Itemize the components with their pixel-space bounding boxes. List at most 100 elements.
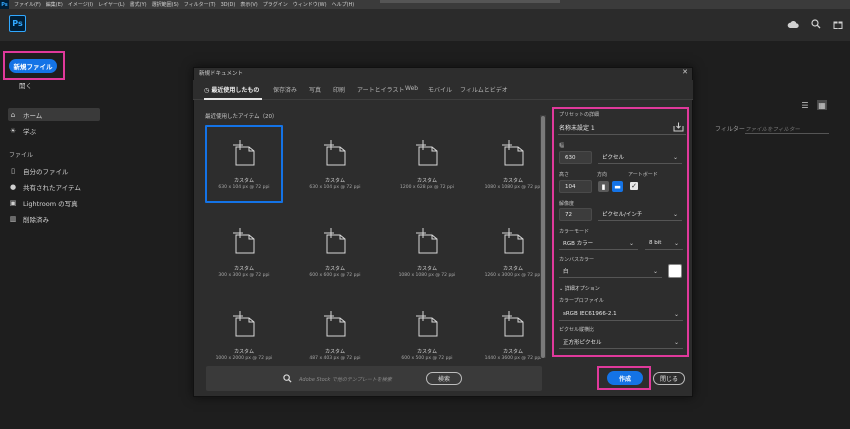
- stock-search-input[interactable]: Adobe Stock で他のテンプレートを検索: [299, 376, 392, 383]
- menu-filter[interactable]: フィルター(T): [184, 1, 216, 8]
- menu-image[interactable]: イメージ(I): [68, 1, 93, 8]
- document-icon: [416, 228, 438, 254]
- recent-items-label: 最近使用したアイテム（20）: [205, 114, 278, 120]
- document-icon: [233, 140, 255, 166]
- document-icon: [233, 311, 255, 337]
- color-mode-select[interactable]: RGB カラー ⌄: [559, 237, 638, 250]
- chevron-down-icon: ⌄: [673, 310, 679, 318]
- chevron-down-icon: ⌄: [673, 239, 679, 247]
- nav-item-home[interactable]: ⌂ ホーム: [8, 108, 100, 121]
- tab-saved[interactable]: 保存済み: [273, 85, 297, 94]
- files-section-heading: ファイル: [9, 152, 34, 159]
- nav-item-deleted[interactable]: ▥ 削除済み: [8, 212, 100, 225]
- nav-item-label: 削除済み: [23, 215, 49, 224]
- document-icon: [324, 311, 346, 337]
- dialog-title: 新規ドキュメント: [199, 71, 244, 77]
- close-icon[interactable]: ✕: [680, 67, 690, 77]
- chevron-down-icon: ⌄: [673, 338, 679, 346]
- tab-print[interactable]: 印刷: [333, 85, 345, 94]
- resolution-input[interactable]: 72: [559, 208, 592, 221]
- cloud-icon[interactable]: [787, 18, 799, 30]
- canvas-color-value: 白: [563, 269, 569, 275]
- save-preset-icon[interactable]: [673, 122, 684, 132]
- height-label: 高さ: [559, 172, 570, 178]
- tab-film[interactable]: フィルムとビデオ: [460, 85, 508, 94]
- preset-card-title: カスタム: [416, 178, 437, 184]
- preset-card-title: カスタム: [416, 349, 437, 355]
- preset-card-size: 630 x 104 px @ 72 ppi: [218, 185, 270, 190]
- gift-icon[interactable]: [832, 18, 844, 30]
- search-button[interactable]: 検索: [426, 372, 462, 385]
- tab-mobile[interactable]: モバイル: [428, 85, 452, 94]
- document-name-field[interactable]: 名称未設定 1: [559, 123, 595, 132]
- create-button[interactable]: 作成: [607, 371, 643, 385]
- landscape-orientation-icon[interactable]: ▬: [612, 181, 623, 192]
- close-button[interactable]: 閉じる: [653, 372, 685, 385]
- preset-card-title: カスタム: [324, 349, 345, 355]
- menu-window[interactable]: ウィンドウ(W): [293, 1, 327, 8]
- search-icon[interactable]: [810, 18, 822, 30]
- advanced-options-toggle[interactable]: ⌄ 詳細オプション: [559, 285, 600, 292]
- active-tab-indicator: [204, 98, 262, 100]
- canvas-color-select[interactable]: 白 ⌄: [559, 265, 662, 278]
- nav-item-lightroom[interactable]: ▣ Lightroom の写真: [8, 196, 100, 209]
- height-input[interactable]: 104: [559, 180, 592, 193]
- window-tab-strip: [380, 0, 560, 3]
- grid-scroll-thumb[interactable]: [541, 116, 545, 358]
- preset-card-size: 1200 x 628 px @ 72 ppi: [400, 185, 454, 190]
- nav-item-learn[interactable]: ☀ 学ぶ: [8, 124, 100, 137]
- menu-view[interactable]: 表示(V): [240, 1, 257, 8]
- menu-select[interactable]: 選択範囲(S): [152, 1, 179, 8]
- color-profile-select[interactable]: sRGB IEC61966-2.1 ⌄: [559, 308, 683, 321]
- orientation-label: 方向: [597, 172, 608, 178]
- filter-input[interactable]: ファイルをフィルター: [745, 122, 829, 134]
- tab-art[interactable]: アートとイラスト: [357, 85, 405, 94]
- color-profile-value: sRGB IEC61966-2.1: [563, 311, 617, 317]
- nav-item-label: Lightroom の写真: [23, 199, 78, 208]
- preset-card-size: 300 x 300 px @ 72 ppi: [218, 273, 270, 278]
- width-unit-value: ピクセル: [602, 155, 625, 161]
- tab-web[interactable]: Web: [405, 85, 418, 92]
- preset-details-heading: プリセットの詳細: [559, 112, 600, 118]
- tab-recent[interactable]: ◷ 最近使用したもの: [204, 85, 259, 94]
- lightroom-icon: ▣: [9, 198, 17, 207]
- pixel-aspect-select[interactable]: 正方形ピクセル ⌄: [559, 336, 683, 349]
- resolution-unit-select[interactable]: ピクセル/インチ ⌄: [598, 208, 682, 221]
- canvas-color-swatch[interactable]: [668, 264, 682, 278]
- width-input[interactable]: 630: [559, 151, 592, 164]
- bit-depth-value: 8 bit: [649, 240, 662, 246]
- chevron-down-icon: ⌄: [559, 286, 564, 292]
- menu-edit[interactable]: 編集(E): [46, 1, 63, 8]
- new-file-button[interactable]: 新規ファイル: [9, 59, 57, 73]
- artboard-label: アートボード: [628, 172, 658, 178]
- menu-type[interactable]: 書式(Y): [130, 1, 147, 8]
- preset-card-title: カスタム: [233, 178, 254, 184]
- resolution-unit-value: ピクセル/インチ: [602, 212, 643, 218]
- nav-item-my-files[interactable]: ▯ 自分のファイル: [8, 164, 100, 177]
- width-unit-select[interactable]: ピクセル ⌄: [598, 151, 682, 164]
- nav-item-shared[interactable]: ● 共有されたアイテム: [8, 180, 100, 193]
- menu-3d[interactable]: 3D(D): [221, 2, 236, 8]
- menu-file[interactable]: ファイル(F): [14, 1, 41, 8]
- color-mode-label: カラーモード: [559, 229, 590, 235]
- search-icon: [282, 373, 292, 383]
- chevron-down-icon: ⌄: [672, 153, 678, 161]
- preset-card-size: 600 x 600 px @ 72 ppi: [309, 273, 361, 278]
- menu-plugins[interactable]: プラグイン: [263, 1, 288, 8]
- nav-item-label: 学ぶ: [23, 127, 36, 136]
- menu-help[interactable]: ヘルプ(H): [332, 1, 355, 8]
- menu-layer[interactable]: レイヤー(L): [98, 1, 125, 8]
- grid-view-icon[interactable]: ▦: [817, 100, 827, 110]
- tab-photo[interactable]: 写真: [309, 85, 321, 94]
- list-view-icon[interactable]: ☰: [800, 100, 810, 110]
- document-icon: [502, 228, 524, 254]
- canvas-color-label: カンバスカラー: [559, 257, 595, 263]
- chevron-down-icon: ⌄: [652, 267, 658, 275]
- bit-depth-select[interactable]: 8 bit ⌄: [645, 237, 683, 250]
- preset-card-title: カスタム: [233, 266, 254, 272]
- ps-mini-logo: Ps: [0, 0, 9, 9]
- preset-card-title: カスタム: [416, 266, 437, 272]
- open-button[interactable]: 開く: [19, 80, 32, 90]
- portrait-orientation-icon[interactable]: ▮: [598, 181, 609, 192]
- artboard-checkbox[interactable]: ✓: [630, 182, 638, 190]
